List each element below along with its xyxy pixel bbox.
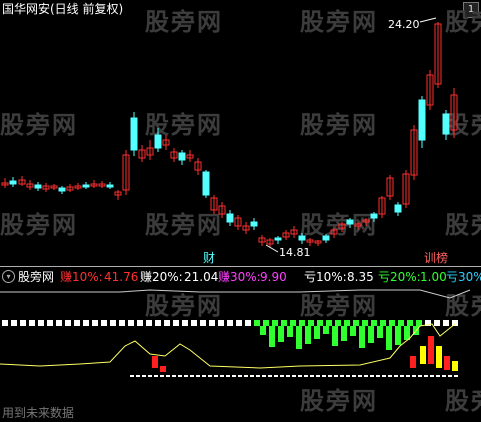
- high-price-label: 24.20: [388, 18, 420, 31]
- main-chart-panel: 国华网安(日线 前复权) 1 股旁网 股旁网 股旁网 股旁网 股旁网 股旁网 股…: [0, 0, 481, 265]
- indicator-name: 股旁网: [18, 270, 55, 284]
- indicator-value-loss10: 8.35: [347, 270, 374, 284]
- low-price-pointer: [265, 244, 279, 253]
- indicator-label-loss30: 亏30%: [446, 270, 481, 284]
- low-price-label: 14.81: [279, 246, 311, 259]
- event-marker-finance[interactable]: 财: [203, 251, 215, 265]
- indicator-value-gain10: 41.76: [104, 270, 139, 284]
- indicator-value-loss20: 1.00: [420, 270, 447, 284]
- high-price-pointer: [419, 17, 437, 23]
- indicator-label-loss10: 亏10%:: [304, 270, 347, 284]
- indicator-header: ▾ 股旁网 赚10%: 41.76 赚20%: 21.04 赚30%: 9.90…: [0, 270, 481, 286]
- indicator-chart-panel: 股旁网 股旁网 股旁网 股旁网 股旁网 用到未来数据: [0, 286, 481, 422]
- circle-arrow-down-icon[interactable]: ▾: [2, 270, 15, 283]
- indicator-label-gain10: 赚10%:: [60, 270, 103, 284]
- candlestick-chart: 24.20 14.81 财 训榜: [1, 17, 458, 265]
- indicator-chart: [0, 289, 471, 377]
- indicator-value-gain30: 9.90: [260, 270, 287, 284]
- indicator-label-gain30: 赚30%:: [218, 270, 261, 284]
- indicator-label-gain20: 赚20%:: [140, 270, 183, 284]
- indicator-value-gain20: 21.04: [184, 270, 219, 284]
- future-data-note: 用到未来数据: [2, 406, 75, 420]
- panel-divider: [0, 266, 481, 267]
- indicator-label-loss20: 亏20%:: [378, 270, 421, 284]
- event-marker-longhubang[interactable]: 训榜: [424, 250, 448, 265]
